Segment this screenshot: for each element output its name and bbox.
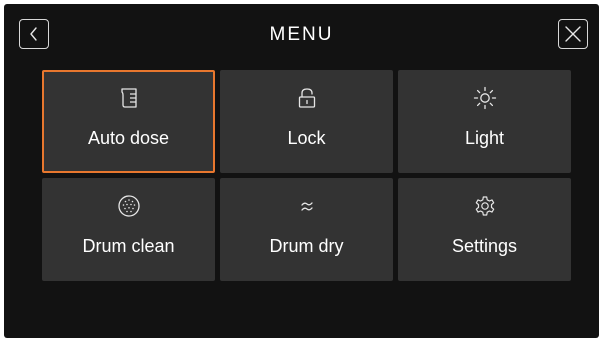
tile-label: Light: [464, 128, 505, 148]
tile-label: Lock: [287, 128, 326, 148]
back-button[interactable]: [19, 19, 49, 49]
gear-icon: [475, 196, 494, 216]
menu-grid: Auto dose Lock Light Drum clean Drum dry…: [42, 70, 572, 281]
header: MENU: [4, 4, 599, 66]
page-title: MENU: [269, 24, 334, 45]
tile-settings[interactable]: Settings: [398, 178, 571, 281]
tile-label: Drum dry: [269, 236, 344, 256]
lock-icon: [298, 88, 315, 108]
close-button[interactable]: [558, 19, 588, 49]
drum-clean-icon: [117, 195, 140, 217]
tile-label: Drum clean: [82, 236, 175, 256]
tile-auto-dose[interactable]: Auto dose: [42, 70, 215, 173]
tile-lock[interactable]: Lock: [220, 70, 393, 173]
chevron-left-icon: [30, 27, 37, 41]
tile-light[interactable]: Light: [398, 70, 571, 173]
detergent-container-icon: [120, 88, 137, 108]
menu-screen: MENU Auto dose Lock Light Drum clean Dru…: [4, 4, 599, 338]
tile-label: Settings: [451, 236, 518, 256]
tile-drum-dry[interactable]: Drum dry: [220, 178, 393, 281]
close-icon: [565, 26, 581, 42]
tile-drum-clean[interactable]: Drum clean: [42, 178, 215, 281]
sun-icon: [473, 86, 496, 110]
drum-dry-icon: [300, 202, 313, 211]
tile-label: Auto dose: [87, 128, 170, 148]
